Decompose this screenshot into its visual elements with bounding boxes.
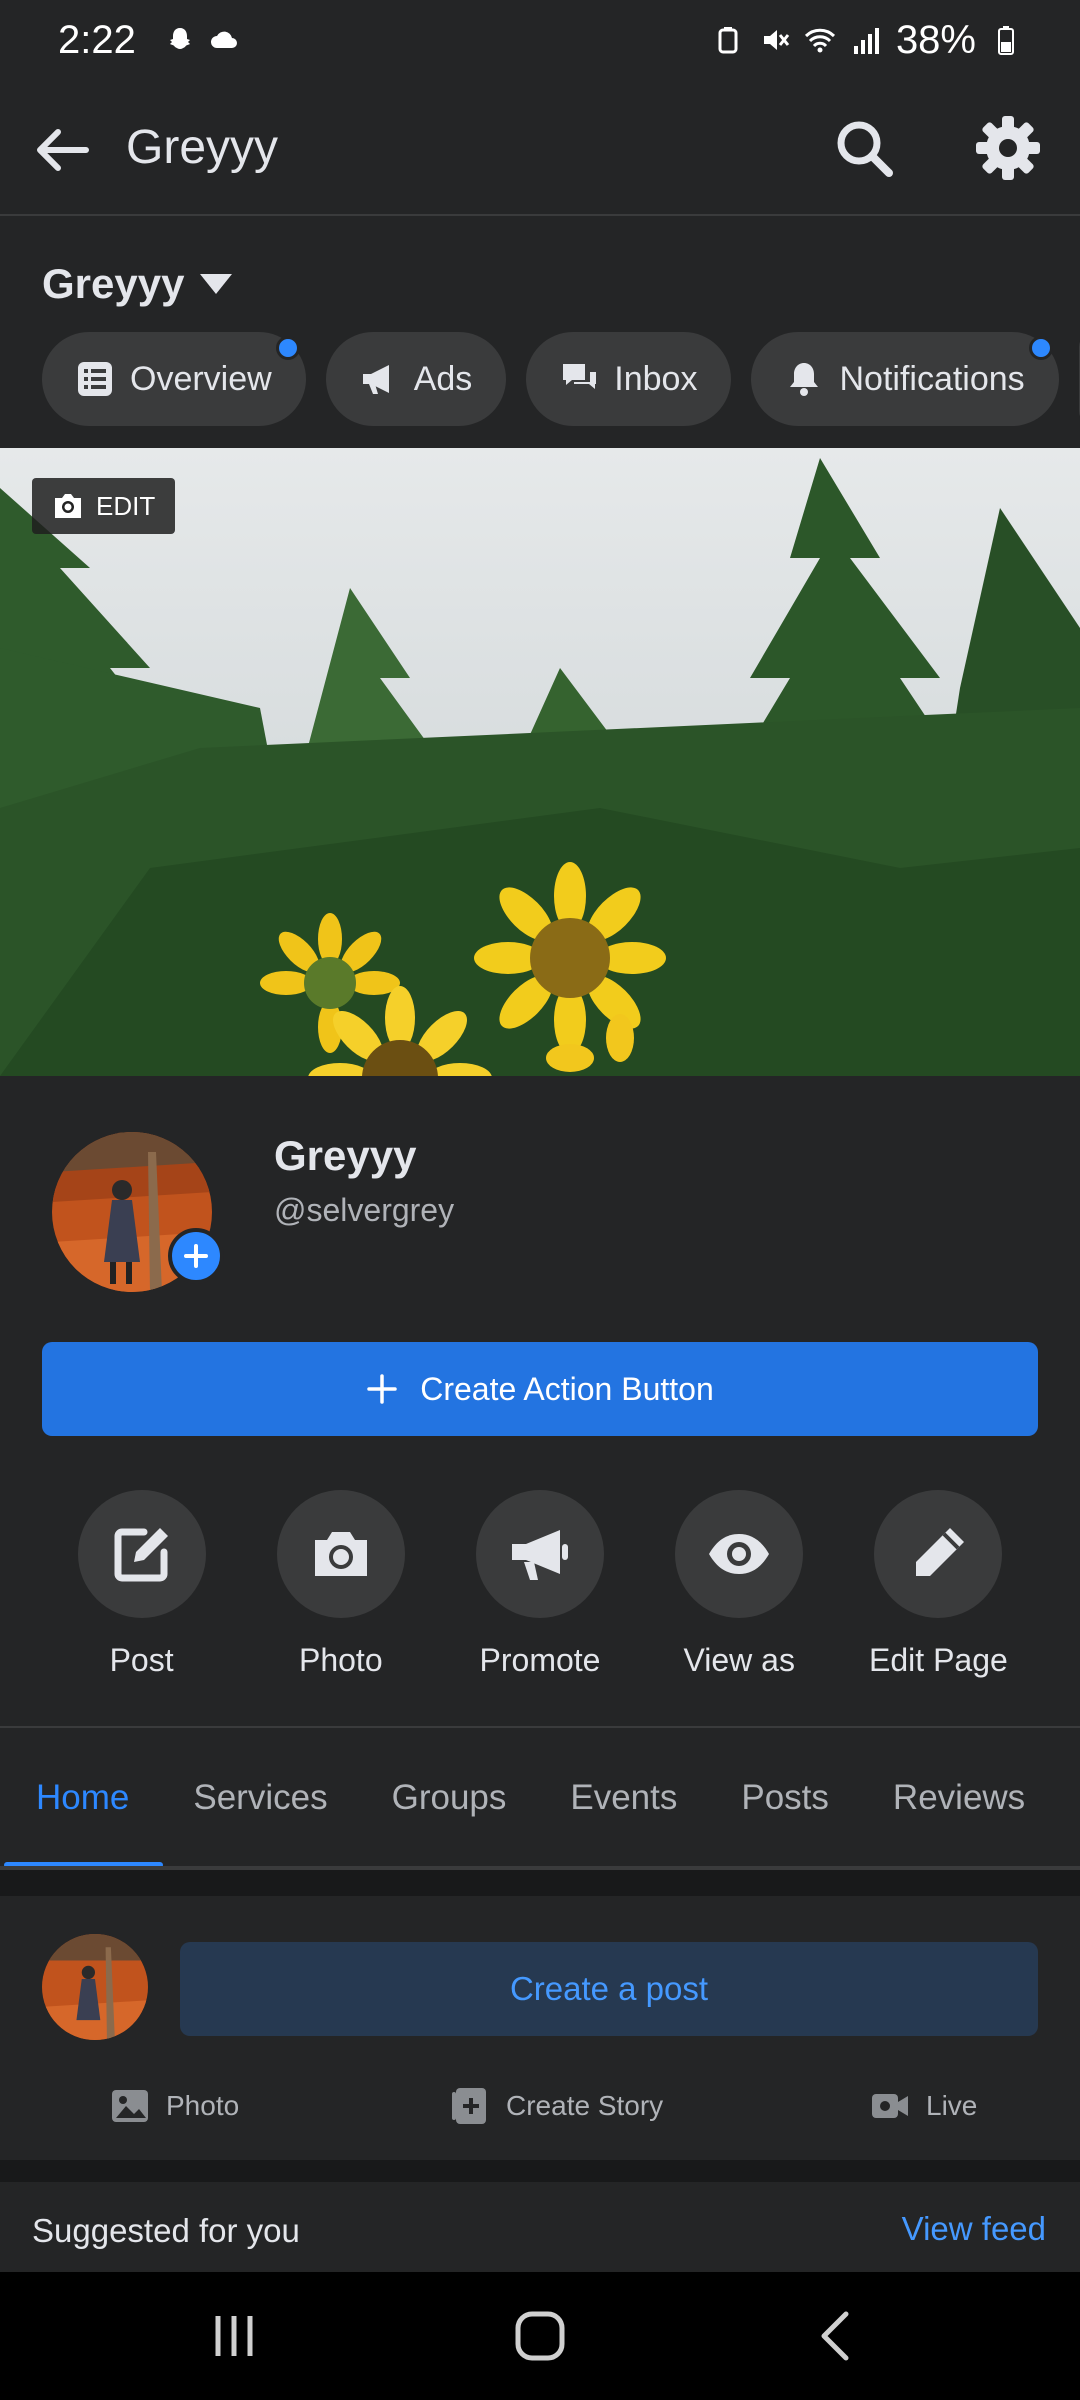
search-icon[interactable] [832, 116, 896, 180]
cover-image [0, 448, 1080, 1076]
caret-down-icon [200, 274, 233, 294]
tab-posts[interactable]: Posts [741, 1728, 829, 1868]
live-video-icon [872, 2094, 908, 2118]
edit-page-action[interactable]: Edit Page [839, 1490, 1038, 1679]
status-time: 2:22 [58, 17, 136, 62]
snapchat-icon [169, 28, 190, 49]
chip-notifications[interactable]: Notifications [751, 332, 1059, 426]
wifi-icon [804, 28, 835, 53]
create-action-button[interactable]: Create Action Button [42, 1342, 1038, 1436]
edit-cover-label: EDIT [96, 490, 156, 521]
add-profile-picture-button[interactable] [168, 1228, 224, 1284]
system-nav-bar [0, 2272, 1080, 2400]
camera-icon [55, 494, 81, 518]
composer-avatar[interactable] [42, 1934, 148, 2040]
avatar-image [42, 1934, 148, 2040]
tab-services[interactable]: Services [193, 1728, 327, 1868]
plus-icon [367, 1374, 397, 1404]
back-nav-icon[interactable] [806, 2304, 870, 2368]
profile-picture[interactable] [52, 1132, 224, 1292]
page-switcher-name: Greyyy [42, 260, 185, 307]
page-switcher-bar: Greyyy Overview Ads Inbox Notifications [0, 218, 1080, 448]
camera-icon [314, 1532, 367, 1576]
action-label: View as [683, 1642, 795, 1678]
composer-photo-label: Photo [166, 2090, 240, 2121]
create-post-button[interactable]: Create a post [180, 1942, 1038, 2036]
bell-icon [790, 363, 819, 396]
megaphone-icon [512, 1530, 568, 1580]
post-action[interactable]: Post [42, 1490, 241, 1679]
action-label: Post [109, 1642, 174, 1678]
add-story-icon [452, 2088, 486, 2124]
back-arrow-icon[interactable] [32, 120, 92, 180]
chip-label: Ads [413, 359, 473, 398]
tab-home[interactable]: Home [3, 1728, 164, 1868]
edit-square-icon [114, 1528, 168, 1582]
view-as-action[interactable]: View as [640, 1490, 839, 1679]
list-icon [78, 362, 112, 396]
page-tabs: Home Services Groups Events Posts Review… [0, 1728, 1080, 1868]
composer-photo-button[interactable]: Photo [110, 2086, 239, 2126]
profile-name: Greyyy [274, 1132, 417, 1179]
signal-icon [853, 28, 879, 54]
tab-reviews[interactable]: Reviews [893, 1728, 1025, 1868]
chip-ads[interactable]: Ads [325, 332, 507, 426]
chip-overview[interactable]: Overview [42, 332, 306, 426]
composer-story-label: Create Story [506, 2090, 664, 2121]
gear-icon[interactable] [974, 114, 1042, 182]
notification-dot [1028, 336, 1053, 360]
profile-handle: @selvergrey [274, 1192, 455, 1228]
battery-icon [998, 26, 1014, 55]
page-switcher[interactable]: Greyyy [42, 260, 234, 308]
composer-live-button[interactable]: Live [870, 2086, 977, 2126]
cover-photo[interactable]: EDIT [0, 448, 1080, 1076]
recent-apps-icon[interactable] [202, 2304, 266, 2368]
composer-live-label: Live [926, 2090, 978, 2121]
action-label: Photo [298, 1642, 383, 1678]
megaphone-icon [362, 365, 389, 394]
battery-saver-icon [718, 27, 738, 54]
edit-cover-button[interactable]: EDIT [32, 478, 176, 534]
promote-action[interactable]: Promote [440, 1490, 639, 1679]
suggested-title: Suggested for you [32, 2212, 300, 2249]
action-label: Edit Page [869, 1642, 1008, 1678]
section-gap [0, 1870, 1080, 1896]
quick-chips: Overview Ads Inbox Notifications [42, 332, 1080, 426]
eye-icon [709, 1534, 770, 1574]
status-bar: 2:22 38% [0, 0, 1080, 80]
tab-events[interactable]: Events [570, 1728, 677, 1868]
section-gap [0, 2160, 1080, 2182]
view-feed-link[interactable]: View feed [902, 2210, 1046, 2248]
plus-icon [184, 1244, 208, 1268]
tab-groups[interactable]: Groups [392, 1728, 507, 1868]
page-actions: Post Photo Promote View as Edit Page [42, 1490, 1038, 1679]
notification-dot [275, 336, 300, 360]
photo-action[interactable]: Photo [241, 1490, 440, 1679]
post-composer: Create a post Photo Create Story Live [0, 1896, 1080, 2160]
create-action-label: Create Action Button [420, 1370, 714, 1407]
chip-label: Overview [130, 359, 272, 398]
home-icon[interactable] [508, 2304, 572, 2368]
composer-options: Photo Create Story Live [0, 2068, 1080, 2142]
action-label: Promote [479, 1642, 601, 1678]
profile-section: Greyyy @selvergrey Create Action Button … [0, 1076, 1080, 1726]
image-icon [112, 2090, 148, 2122]
chip-inbox[interactable]: Inbox [526, 332, 732, 426]
chip-label: Notifications [839, 359, 1025, 398]
chat-bubbles-icon [563, 364, 597, 389]
page-title: Greyyy [126, 121, 279, 174]
suggested-section: Suggested for you View feed [0, 2182, 1080, 2272]
mute-icon [763, 30, 790, 50]
cloud-icon [210, 31, 237, 48]
chip-label: Inbox [614, 359, 698, 398]
battery-percent: 38% [895, 17, 976, 62]
pencil-icon [916, 1528, 965, 1576]
composer-story-button[interactable]: Create Story [450, 2086, 663, 2126]
app-header: Greyyy [0, 80, 1080, 216]
